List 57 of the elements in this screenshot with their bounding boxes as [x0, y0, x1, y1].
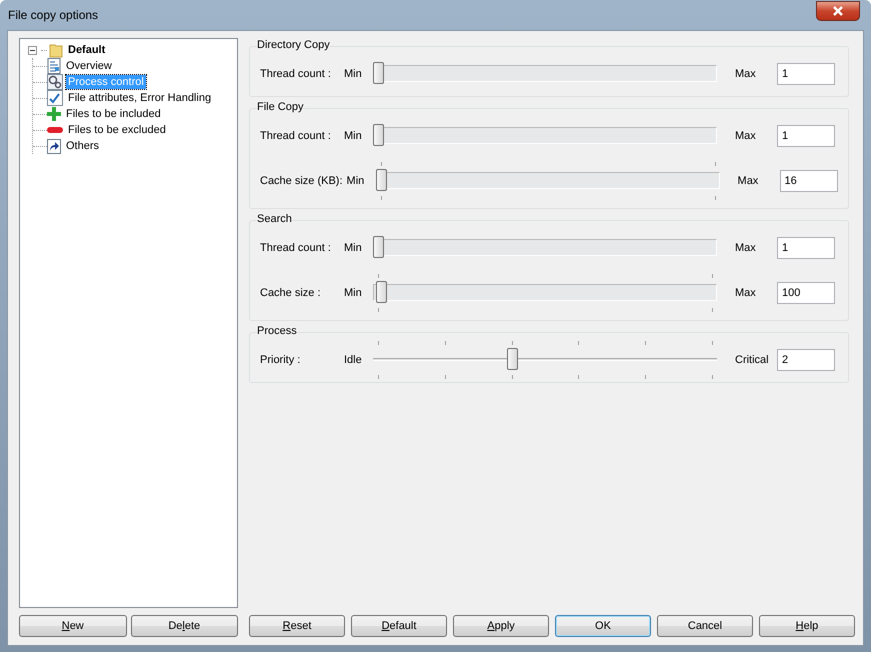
dialog-button[interactable]: Help	[759, 615, 855, 637]
document-icon	[47, 58, 61, 74]
dialog-button[interactable]: Reset	[249, 615, 345, 637]
max-label: Max	[738, 175, 760, 187]
dialog-button[interactable]: Apply	[453, 615, 549, 637]
plus-icon	[47, 107, 61, 121]
value-field[interactable]: 2	[777, 349, 835, 371]
max-label: Max	[735, 130, 757, 142]
min-label: Min	[344, 68, 363, 80]
value-field[interactable]: 16	[780, 170, 838, 192]
tree-item[interactable]: Others	[64, 139, 102, 153]
field-label: Priority :	[260, 354, 302, 366]
value-field[interactable]: 1	[777, 63, 835, 85]
value-field[interactable]: 1	[777, 125, 835, 147]
dialog-button[interactable]: OK	[555, 615, 651, 637]
minus-icon	[47, 127, 63, 133]
collapse-toggle-icon[interactable]	[28, 46, 37, 54]
field-label: Cache size :	[260, 287, 322, 299]
max-label: Critical	[735, 354, 770, 366]
slider-thumb[interactable]	[373, 236, 384, 258]
slider-thumb[interactable]	[373, 62, 384, 84]
max-label: Max	[735, 68, 757, 80]
checkmark-icon	[47, 90, 63, 106]
close-icon	[832, 6, 844, 16]
group-title: Directory Copy	[257, 38, 330, 52]
field-label: Thread count :	[260, 68, 332, 80]
tree-item[interactable]: Files to be included	[64, 107, 163, 121]
folder-icon	[49, 42, 63, 58]
gears-icon	[47, 74, 63, 90]
field-label: Thread count :	[260, 130, 332, 142]
dialog-button[interactable]: Cancel	[657, 615, 753, 637]
close-button[interactable]	[816, 1, 860, 21]
tree-item[interactable]: Default	[66, 43, 108, 57]
tree-item[interactable]: Overview	[64, 59, 114, 73]
shortcut-arrow-icon	[47, 138, 61, 154]
slider-thumb[interactable]	[376, 281, 388, 303]
slider-thumb[interactable]	[506, 348, 518, 370]
tree-item[interactable]: Files to be excluded	[66, 123, 168, 137]
value-field[interactable]: 100	[777, 282, 835, 304]
max-label: Max	[735, 287, 757, 299]
field-label: Cache size (KB):	[260, 175, 343, 187]
dialog-button[interactable]: Default	[351, 615, 447, 637]
dialog-button[interactable]: Delete	[130, 615, 238, 637]
min-label: Min	[344, 287, 363, 299]
min-label: Min	[344, 130, 363, 142]
field-label: Thread count :	[260, 242, 332, 254]
value-field[interactable]: 1	[777, 237, 835, 259]
group-title: File Copy	[257, 100, 304, 114]
tree-item[interactable]: File attributes, Error Handling	[66, 91, 214, 105]
dialog-button[interactable]: New	[19, 615, 126, 637]
slider-thumb[interactable]	[376, 169, 387, 191]
window-title: File copy options	[7, 8, 98, 22]
min-label: Idle	[344, 354, 363, 366]
min-label: Min	[346, 175, 366, 187]
max-label: Max	[735, 242, 757, 254]
min-label: Min	[344, 242, 363, 254]
slider-thumb[interactable]	[373, 124, 384, 146]
